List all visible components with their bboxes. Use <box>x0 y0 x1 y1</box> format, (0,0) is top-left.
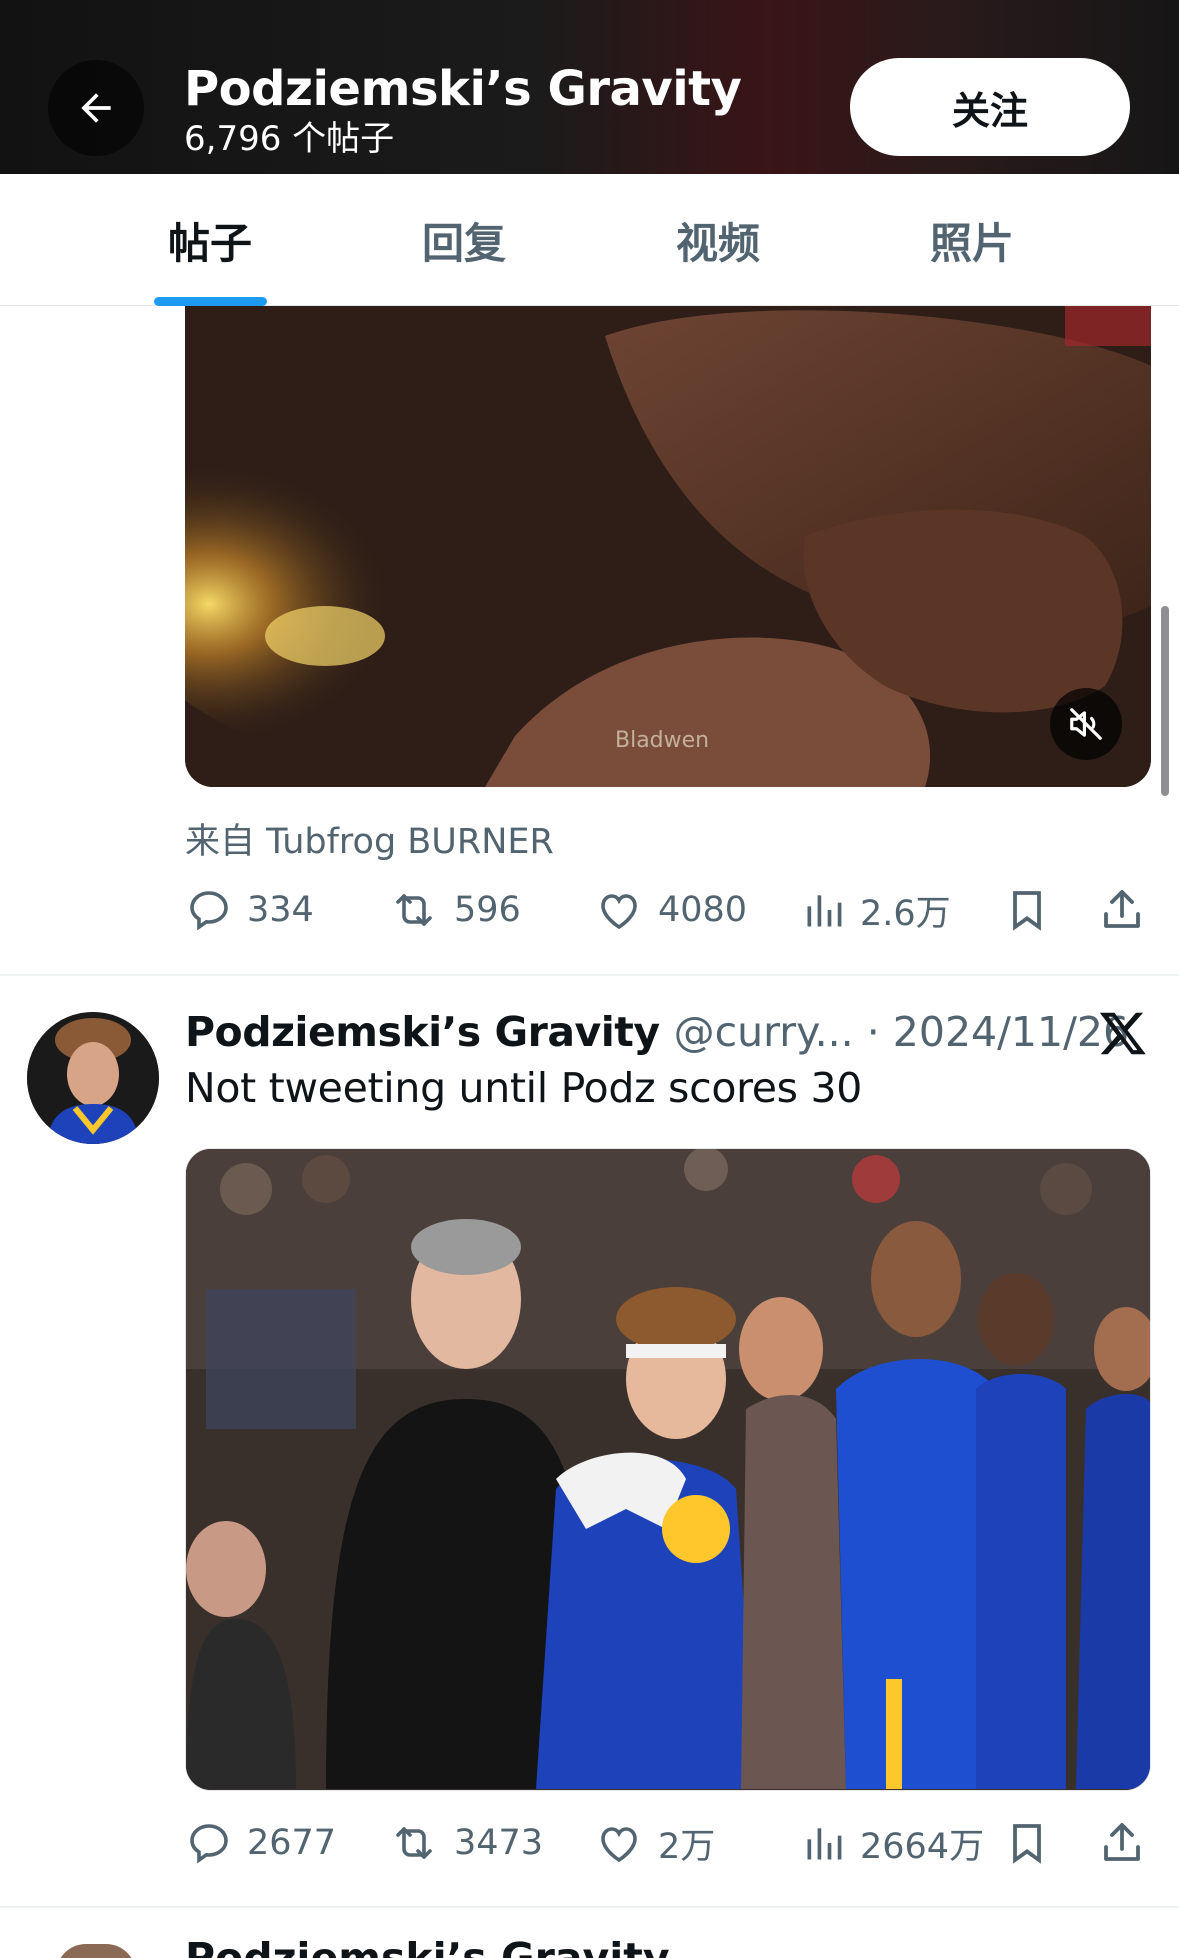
follow-button[interactable]: 关注 <box>850 58 1130 156</box>
share-icon <box>1104 890 1140 928</box>
analytics-icon <box>807 895 842 927</box>
bookmark-icon <box>1013 1824 1041 1864</box>
post2-action-bar: 2677 3473 2万 2664万 <box>0 1813 1179 1873</box>
reply-button[interactable]: 2677 <box>185 1813 336 1873</box>
post-photo[interactable] <box>185 1148 1151 1791</box>
bookmark-button[interactable] <box>1003 1813 1051 1873</box>
tab-replies[interactable]: 回复 <box>364 174 564 306</box>
video-watermark: Bladwen <box>615 728 710 753</box>
like-button[interactable]: 2万 <box>594 1813 715 1873</box>
reply-icon <box>190 891 228 931</box>
bookmark-button[interactable] <box>1003 880 1051 940</box>
share-button[interactable] <box>1098 1813 1146 1873</box>
volume-muted-icon <box>1070 708 1102 740</box>
reply-icon <box>190 1824 228 1864</box>
heart-icon <box>601 894 637 930</box>
next-post-avatar[interactable] <box>56 1944 136 1958</box>
view-count: 2664万 <box>860 1826 985 1867</box>
header-title-group: Podziemski’s Gravity 6,796 个帖子 <box>184 61 742 160</box>
arrow-left-icon <box>81 93 111 123</box>
views-button[interactable]: 2664万 <box>802 1813 984 1873</box>
repost-button[interactable]: 3473 <box>388 1813 543 1873</box>
x-logo-icon[interactable] <box>1097 1008 1149 1058</box>
share-icon <box>1104 1823 1140 1861</box>
profile-tabs: 帖子 回复 视频 照片 <box>0 174 1179 306</box>
heart-icon <box>601 1827 637 1863</box>
tab-photos[interactable]: 照片 <box>872 174 1072 306</box>
views-button[interactable]: 2.6万 <box>802 880 951 940</box>
post-text: Not tweeting until Podz scores 30 <box>185 1064 863 1112</box>
tab-posts[interactable]: 帖子 <box>110 174 310 306</box>
reply-count: 334 <box>247 890 314 930</box>
reply-count: 2677 <box>247 1823 337 1863</box>
page-title: Podziemski’s Gravity <box>184 61 742 117</box>
active-tab-indicator <box>154 297 267 306</box>
back-button[interactable] <box>48 60 144 156</box>
like-count: 2万 <box>658 1826 716 1867</box>
analytics-icon <box>807 1828 842 1860</box>
post1-action-bar: 334 596 4080 2.6万 <box>0 880 1179 940</box>
author-name[interactable]: Podziemski’s Gravity <box>185 1008 660 1056</box>
avatar-image <box>27 1012 159 1144</box>
reply-button[interactable]: 334 <box>185 880 314 940</box>
next-post-author-name[interactable]: Podziemski’s Gravity <box>185 1934 670 1958</box>
author-avatar[interactable] <box>27 1012 159 1144</box>
author-handle-date[interactable]: @curry... · 2024/11/26 <box>674 1008 1129 1056</box>
like-button[interactable]: 4080 <box>594 880 747 940</box>
post-count: 6,796 个帖子 <box>184 119 395 159</box>
tab-videos[interactable]: 视频 <box>618 174 818 306</box>
view-count: 2.6万 <box>860 893 951 934</box>
video-frame <box>185 306 1151 787</box>
post2-author-line: Podziemski’s Gravity @curry... · 2024/11… <box>185 1004 1129 1060</box>
share-button[interactable] <box>1098 880 1146 940</box>
mute-button[interactable] <box>1050 688 1122 760</box>
like-count: 4080 <box>658 890 748 930</box>
bookmark-icon <box>1013 891 1041 931</box>
post-video[interactable] <box>185 306 1151 787</box>
repost-button[interactable]: 596 <box>388 880 521 940</box>
repost-count: 596 <box>454 890 521 930</box>
video-source-attribution[interactable]: 来自 Tubfrog BURNER <box>185 813 554 864</box>
post-divider <box>0 1906 1179 1908</box>
repost-icon <box>396 894 432 926</box>
repost-icon <box>396 1827 432 1859</box>
profile-header: Podziemski’s Gravity 6,796 个帖子 关注 <box>0 0 1179 174</box>
scrollbar[interactable] <box>1161 606 1169 796</box>
post-divider <box>0 974 1179 976</box>
repost-count: 3473 <box>454 1823 544 1863</box>
team-bench-photo <box>186 1149 1150 1790</box>
